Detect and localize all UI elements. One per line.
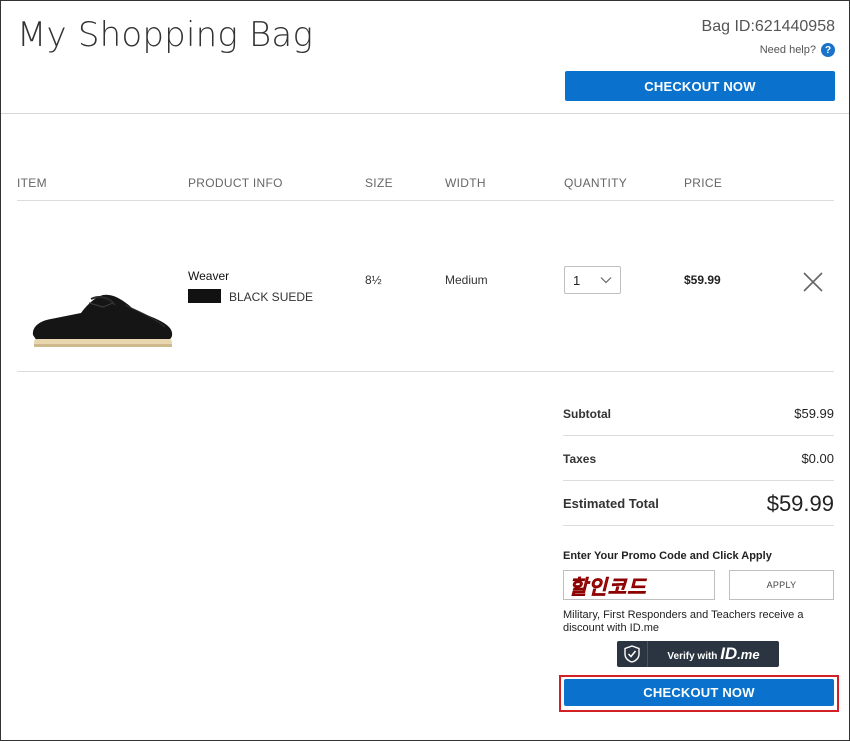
- promo-code-input[interactable]: 할인코드: [563, 570, 715, 600]
- column-header-divider: [17, 200, 834, 201]
- checkout-now-button-bottom[interactable]: CHECKOUT NOW: [564, 679, 834, 706]
- verify-prefix: Verify with: [667, 651, 718, 662]
- header-divider: [1, 113, 849, 114]
- promo-code-value: 할인코드: [569, 574, 647, 599]
- product-color: BLACK SUEDE: [229, 290, 314, 304]
- bag-id: Bag ID:621440958: [701, 18, 835, 35]
- chevron-down-icon: [600, 277, 612, 284]
- estimated-total-label: Estimated Total: [563, 496, 659, 511]
- checkout-now-button-top[interactable]: CHECKOUT NOW: [565, 71, 835, 101]
- summary-divider: [563, 480, 834, 481]
- color-swatch: [188, 289, 221, 303]
- quantity-select[interactable]: 1: [564, 266, 621, 294]
- column-header-product-info: PRODUCT INFO: [188, 176, 283, 190]
- verify-with-idme-label: Verify with ID.me: [648, 644, 779, 664]
- product-size: 8½: [365, 273, 382, 287]
- estimated-total-value: $59.99: [766, 491, 834, 516]
- help-link[interactable]: Need help? ?: [760, 43, 835, 57]
- column-header-size: SIZE: [365, 176, 393, 190]
- page-title: My Shopping Bag: [17, 15, 314, 55]
- idme-brand: ID: [720, 644, 738, 663]
- subtotal-label: Subtotal: [563, 407, 611, 421]
- shield-check-icon: [617, 641, 648, 667]
- idme-brand-suffix: .me: [737, 647, 760, 662]
- subtotal-value: $59.99: [794, 406, 834, 421]
- product-image[interactable]: [29, 283, 175, 349]
- promo-code-label: Enter Your Promo Code and Click Apply: [563, 550, 772, 562]
- column-header-quantity: QUANTITY: [564, 176, 628, 190]
- quantity-value: 1: [573, 272, 581, 288]
- column-header-price: PRICE: [684, 176, 723, 190]
- military-discount-text: Military, First Responders and Teachers …: [563, 609, 804, 634]
- taxes-label: Taxes: [563, 452, 597, 466]
- help-icon[interactable]: ?: [821, 43, 835, 57]
- summary-divider: [563, 435, 834, 436]
- product-price: $59.99: [684, 273, 721, 287]
- verify-with-idme-button[interactable]: Verify with ID.me: [617, 641, 779, 667]
- taxes-value: $0.00: [801, 451, 834, 466]
- item-row-divider: [17, 371, 834, 372]
- product-name[interactable]: Weaver: [188, 269, 229, 283]
- column-header-item: ITEM: [17, 176, 47, 190]
- shopping-bag-page: My Shopping Bag Bag ID:621440958 Need he…: [0, 0, 850, 741]
- help-text[interactable]: Need help?: [760, 44, 816, 56]
- close-icon[interactable]: [802, 271, 824, 293]
- summary-divider: [563, 525, 834, 526]
- column-header-width: WIDTH: [445, 176, 486, 190]
- product-width: Medium: [445, 273, 488, 287]
- apply-button[interactable]: APPLY: [729, 570, 834, 600]
